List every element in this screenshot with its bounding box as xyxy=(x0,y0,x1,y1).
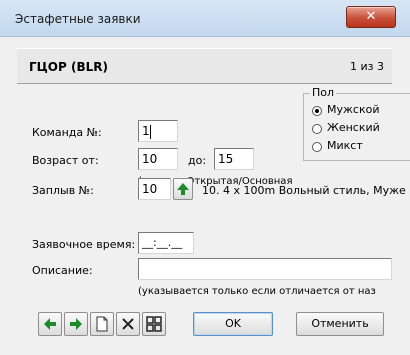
gender-legend: Пол xyxy=(310,86,337,99)
delete-icon xyxy=(122,318,134,330)
next-record-button[interactable] xyxy=(64,312,88,336)
swim-number-field[interactable]: 10 xyxy=(138,178,171,200)
swim-select-button[interactable] xyxy=(173,178,193,200)
delete-record-button[interactable] xyxy=(116,312,140,336)
age-to-label: до: xyxy=(188,154,207,167)
record-header: ГЦОР (BLR) 1 из 3 xyxy=(17,48,392,84)
swim-description: 10. 4 x 100m Вольный стиль, Муже xyxy=(202,184,406,197)
gender-radio-male[interactable] xyxy=(312,106,322,116)
gender-option-female[interactable]: Женский xyxy=(327,121,380,134)
team-number-value: 1 xyxy=(142,124,150,138)
new-document-icon xyxy=(96,316,108,332)
new-record-button[interactable] xyxy=(90,312,114,336)
description-field[interactable] xyxy=(138,258,392,280)
record-counter: 1 из 3 xyxy=(350,60,384,73)
swim-number-label: Заплыв №: xyxy=(32,184,94,197)
gender-option-mixed[interactable]: Микст xyxy=(327,139,363,152)
description-label: Описание: xyxy=(32,264,93,277)
entry-time-label: Заявочное время: xyxy=(32,238,136,251)
age-from-label: Возраст от: xyxy=(32,154,99,167)
entry-time-field[interactable]: __:__.__ xyxy=(138,232,194,254)
up-arrow-icon xyxy=(177,183,189,195)
age-from-field[interactable]: 10 xyxy=(138,148,178,170)
description-hint: (указывается только если отличается от н… xyxy=(138,286,376,297)
team-number-label: Команда №: xyxy=(32,126,102,139)
grid-icon xyxy=(146,316,162,332)
club-title: ГЦОР (BLR) xyxy=(29,60,108,74)
age-to-field[interactable]: 15 xyxy=(214,148,254,170)
cancel-button[interactable]: Отменить xyxy=(296,312,384,336)
arrow-left-icon xyxy=(44,318,56,330)
team-number-field[interactable]: 1 xyxy=(138,120,178,142)
ok-button[interactable]: OK xyxy=(193,312,273,336)
gender-option-male[interactable]: Мужской xyxy=(327,103,379,116)
gender-radio-mixed[interactable] xyxy=(312,142,322,152)
close-icon: ✕ xyxy=(365,9,377,24)
gender-radio-female[interactable] xyxy=(312,124,322,134)
arrow-right-icon xyxy=(70,318,82,330)
previous-record-button[interactable] xyxy=(38,312,62,336)
grid-button[interactable] xyxy=(142,312,166,336)
close-button[interactable]: ✕ xyxy=(346,6,396,28)
window-title: Эстафетные заявки xyxy=(15,12,141,26)
